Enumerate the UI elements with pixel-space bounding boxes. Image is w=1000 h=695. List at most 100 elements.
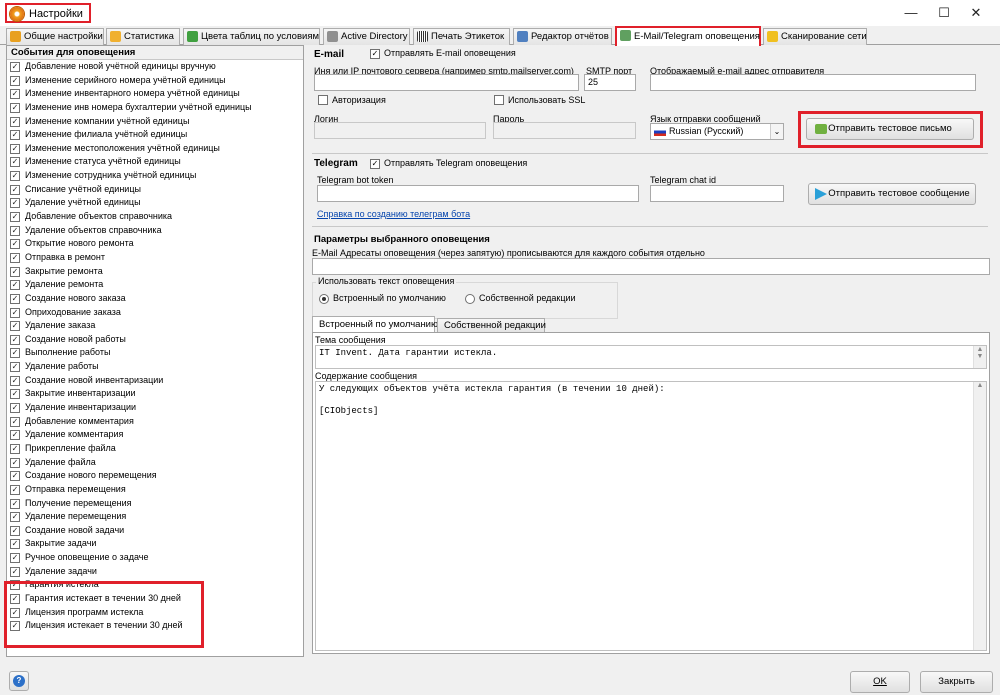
- smtp-server-input[interactable]: [314, 74, 579, 91]
- list-item[interactable]: ✓ Удаление инвентаризации: [7, 401, 303, 415]
- event-checkbox[interactable]: ✓: [10, 62, 20, 72]
- language-select[interactable]: Russian (Русский) ⌄: [650, 123, 784, 140]
- list-item[interactable]: ✓ Закрытие задачи: [7, 537, 303, 551]
- minimize-button[interactable]: —: [896, 3, 926, 23]
- event-checkbox[interactable]: ✓: [10, 75, 20, 86]
- list-item[interactable]: ✓ Удаление учётной единицы: [7, 196, 303, 210]
- event-checkbox[interactable]: ✓: [10, 102, 20, 113]
- list-item[interactable]: ✓ Изменение инв номера бухгалтерии учётно…: [7, 101, 303, 115]
- list-item[interactable]: ✓ Изменение сотрудника учётной единицы: [7, 169, 303, 183]
- tab-email-telegram[interactable]: E-Mail/Telegram оповещения: [615, 26, 761, 46]
- ssl-checkbox[interactable]: [494, 95, 504, 105]
- event-checkbox[interactable]: ✓: [10, 116, 20, 127]
- list-item[interactable]: ✓ Создание нового перемещения: [7, 469, 303, 483]
- list-item[interactable]: ✓ Изменение филиала учётной единицы: [7, 128, 303, 142]
- list-item[interactable]: ✓ Добавление объектов справочника: [7, 210, 303, 224]
- event-checkbox[interactable]: ✓: [10, 348, 20, 359]
- event-checkbox[interactable]: ✓: [10, 198, 20, 209]
- event-checkbox[interactable]: ✓: [10, 239, 20, 250]
- list-item[interactable]: ✓ Создание новой инвентаризации: [7, 374, 303, 388]
- send-test-message-button[interactable]: Отправить тестовое сообщение: [808, 183, 976, 205]
- tab-custom-text[interactable]: Собственной редакции: [437, 318, 546, 332]
- list-item[interactable]: ✓ Списание учётной единицы: [7, 183, 303, 197]
- tab-network-scan[interactable]: Сканирование сети: [763, 28, 867, 45]
- event-checkbox[interactable]: ✓: [10, 171, 20, 182]
- event-checkbox[interactable]: ✓: [10, 484, 20, 495]
- event-checkbox[interactable]: ✓: [10, 498, 20, 509]
- event-checkbox[interactable]: ✓: [10, 212, 20, 223]
- event-checkbox[interactable]: ✓: [10, 321, 20, 332]
- event-checkbox[interactable]: ✓: [10, 143, 20, 154]
- event-checkbox[interactable]: ✓: [10, 580, 20, 591]
- event-checkbox[interactable]: ✓: [10, 416, 20, 427]
- radio-custom-text[interactable]: [465, 294, 475, 304]
- list-item[interactable]: ✓ Удаление задачи: [7, 565, 303, 579]
- event-checkbox[interactable]: ✓: [10, 430, 20, 441]
- event-checkbox[interactable]: ✓: [10, 184, 20, 195]
- radio-default-text[interactable]: [319, 294, 329, 304]
- event-checkbox[interactable]: ✓: [10, 621, 20, 632]
- event-checkbox[interactable]: ✓: [10, 89, 20, 100]
- smtp-port-input[interactable]: 25: [584, 74, 636, 91]
- email-enable-checkbox[interactable]: ✓: [370, 49, 380, 59]
- send-test-email-button[interactable]: Отправить тестовое письмо: [806, 118, 974, 140]
- event-checkbox[interactable]: ✓: [10, 389, 20, 400]
- event-checkbox[interactable]: ✓: [10, 471, 20, 482]
- body-scrollbar[interactable]: ▲: [973, 382, 986, 650]
- event-checkbox[interactable]: ✓: [10, 266, 20, 277]
- list-item[interactable]: ✓ Добавление комментария: [7, 415, 303, 429]
- chat-id-input[interactable]: [650, 185, 784, 202]
- list-item[interactable]: ✓ Удаление файла: [7, 456, 303, 470]
- tab-default-text[interactable]: Встроенный по умолчанию: [312, 316, 438, 332]
- list-item[interactable]: ✓ Ручное оповещение о задаче: [7, 551, 303, 565]
- close-window-button[interactable]: ✕: [961, 3, 991, 23]
- telegram-enable-checkbox[interactable]: ✓: [370, 159, 380, 169]
- password-input[interactable]: [493, 122, 636, 139]
- event-checkbox[interactable]: ✓: [10, 130, 20, 141]
- list-item[interactable]: ✓ Получение перемещения: [7, 497, 303, 511]
- list-item[interactable]: ✓ Удаление объектов справочника: [7, 224, 303, 238]
- ok-button[interactable]: OK: [850, 671, 910, 693]
- list-item[interactable]: ✓ Выполнение работы: [7, 346, 303, 360]
- list-item[interactable]: ✓ Закрытие инвентаризации: [7, 387, 303, 401]
- event-checkbox[interactable]: ✓: [10, 293, 20, 304]
- login-input[interactable]: [314, 122, 486, 139]
- event-checkbox[interactable]: ✓: [10, 553, 20, 564]
- list-item[interactable]: ✓ Создание нового заказа: [7, 292, 303, 306]
- subject-scrollbar[interactable]: ▲ ▼: [973, 346, 986, 368]
- list-item[interactable]: ✓ Гарантия истекла: [7, 578, 303, 592]
- event-checkbox[interactable]: ✓: [10, 362, 20, 373]
- tab-active-directory[interactable]: Active Directory: [323, 28, 410, 45]
- list-item[interactable]: ✓ Изменение серийного номера учётной един…: [7, 74, 303, 88]
- event-checkbox[interactable]: ✓: [10, 457, 20, 468]
- list-item[interactable]: ✓ Оприходование заказа: [7, 306, 303, 320]
- maximize-button[interactable]: ☐: [929, 3, 959, 23]
- tab-report-editor[interactable]: Редактор отчётов: [513, 28, 612, 45]
- list-item[interactable]: ✓ Изменение компании учётной единицы: [7, 115, 303, 129]
- list-item[interactable]: ✓ Удаление заказа: [7, 319, 303, 333]
- list-item[interactable]: ✓ Изменение статуса учётной единицы: [7, 155, 303, 169]
- tab-label-printing[interactable]: Печать Этикеток: [413, 28, 510, 45]
- event-checkbox[interactable]: ✓: [10, 252, 20, 263]
- event-checkbox[interactable]: ✓: [10, 225, 20, 236]
- list-item[interactable]: ✓ Закрытие ремонта: [7, 265, 303, 279]
- event-checkbox[interactable]: ✓: [10, 443, 20, 454]
- list-item[interactable]: ✓ Прикрепление файла: [7, 442, 303, 456]
- list-item[interactable]: ✓ Изменение местоположения учётной единиц…: [7, 142, 303, 156]
- tab-general[interactable]: Общие настройки: [6, 28, 104, 45]
- tab-table-colors[interactable]: Цвета таблиц по условиям: [183, 28, 320, 45]
- list-item[interactable]: ✓ Открытие нового ремонта: [7, 237, 303, 251]
- list-item[interactable]: ✓ Гарантия истекает в течении 30 дней: [7, 592, 303, 606]
- bot-token-input[interactable]: [317, 185, 639, 202]
- list-item[interactable]: ✓ Лицензия программ истекла: [7, 606, 303, 620]
- list-item[interactable]: ✓ Удаление работы: [7, 360, 303, 374]
- list-item[interactable]: ✓ Создание новой задачи: [7, 524, 303, 538]
- list-item[interactable]: ✓ Добавление новой учётной единицы вручну…: [7, 60, 303, 74]
- event-checkbox[interactable]: ✓: [10, 607, 20, 618]
- sender-input[interactable]: [650, 74, 976, 91]
- list-item[interactable]: ✓ Отправка в ремонт: [7, 251, 303, 265]
- recipients-input[interactable]: [312, 258, 990, 275]
- event-checkbox[interactable]: ✓: [10, 566, 20, 577]
- help-button[interactable]: ?: [9, 671, 29, 691]
- list-item[interactable]: ✓ Изменение инвентарного номера учётной е…: [7, 87, 303, 101]
